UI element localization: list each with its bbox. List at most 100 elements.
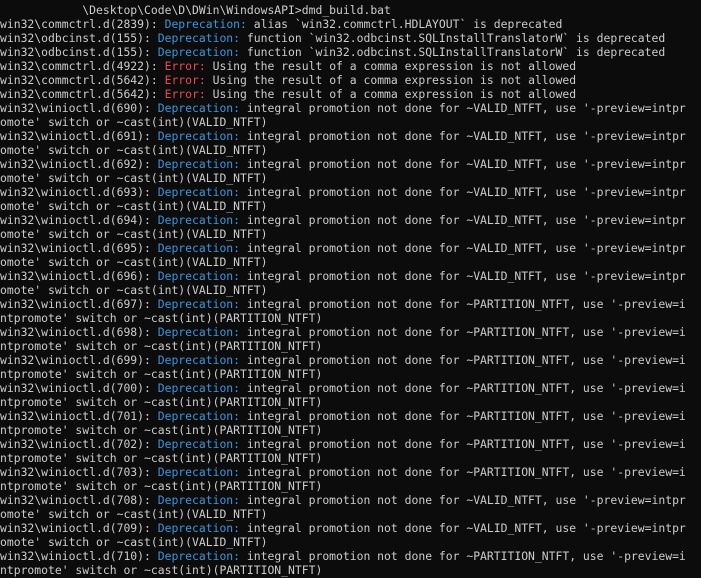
console-line: ntpromote' switch or ~cast(int)(PARTITIO… [0, 479, 322, 493]
console-text: Using the result of a comma expression i… [205, 87, 577, 101]
console-text: integral promotion not done for ~PARTITI… [240, 549, 686, 563]
console-text: integral promotion not done for ~PARTITI… [240, 465, 686, 479]
console-text: win32\winioctl.d(710): [0, 549, 158, 563]
console-line: win32\winioctl.d(699): Deprecation: inte… [0, 353, 686, 367]
console-line: win32\winioctl.d(701): Deprecation: inte… [0, 409, 686, 423]
console-text: omote' switch or ~cast(int)(VALID_NTFT) [0, 227, 268, 241]
console-line: omote' switch or ~cast(int)(VALID_NTFT) [0, 507, 267, 521]
console-line: win32\winioctl.d(708): Deprecation: inte… [0, 493, 686, 507]
console-text: win32\winioctl.d(708): [0, 493, 158, 507]
error-label: Error: [164, 73, 206, 87]
console-line: win32\commctrl.d(5642): Error: Using the… [0, 87, 576, 101]
console-text: ntpromote' switch or ~cast(int)(PARTITIO… [0, 395, 323, 409]
console-text: ntpromote' switch or ~cast(int)(PARTITIO… [0, 563, 323, 577]
console-text: integral promotion not done for ~VALID_N… [240, 185, 686, 199]
console-text: omote' switch or ~cast(int)(VALID_NTFT) [0, 171, 268, 185]
console-line: win32\winioctl.d(700): Deprecation: inte… [0, 381, 686, 395]
console-text: win32\winioctl.d(703): [0, 465, 158, 479]
console-text: omote' switch or ~cast(int)(VALID_NTFT) [0, 283, 268, 297]
console-text: integral promotion not done for ~VALID_N… [240, 101, 686, 115]
console-text: integral promotion not done for ~VALID_N… [240, 493, 686, 507]
console-text: win32\winioctl.d(695): [0, 241, 158, 255]
console-line: omote' switch or ~cast(int)(VALID_NTFT) [0, 255, 267, 269]
deprecation-label: Deprecation: [157, 465, 241, 479]
console-line: ntpromote' switch or ~cast(int)(PARTITIO… [0, 423, 322, 437]
console-line: win32\winioctl.d(696): Deprecation: inte… [0, 269, 686, 283]
deprecation-label: Deprecation: [157, 437, 241, 451]
console-line: ntpromote' switch or ~cast(int)(PARTITIO… [0, 395, 322, 409]
deprecation-label: Deprecation: [157, 269, 241, 283]
deprecation-label: Deprecation: [157, 213, 241, 227]
console-line: win32\winioctl.d(692): Deprecation: inte… [0, 157, 686, 171]
console-text: win32\commctrl.d(2839): [0, 17, 165, 31]
console-text: alias `win32.commctrl.HDLAYOUT` is depre… [246, 17, 563, 31]
console-text: win32\winioctl.d(694): [0, 213, 158, 227]
console-line: win32\winioctl.d(697): Deprecation: inte… [0, 297, 686, 311]
deprecation-label: Deprecation: [157, 549, 241, 563]
console-text: function `win32.odbcinst.SQLInstallTrans… [240, 45, 666, 59]
console-line: ntpromote' switch or ~cast(int)(PARTITIO… [0, 339, 322, 353]
console-output[interactable]: \Desktop\Code\D\DWin\WindowsAPI>dmd_buil… [0, 0, 701, 578]
deprecation-label: Deprecation: [164, 17, 247, 31]
console-text: ntpromote' switch or ~cast(int)(PARTITIO… [0, 339, 323, 353]
console-text: win32\winioctl.d(709): [0, 521, 158, 535]
console-line: win32\commctrl.d(4922): Error: Using the… [0, 59, 576, 73]
deprecation-label: Deprecation: [157, 325, 241, 339]
console-text: win32\winioctl.d(696): [0, 269, 158, 283]
console-text: win32\commctrl.d(5642): [0, 87, 165, 101]
console-line: ntpromote' switch or ~cast(int)(PARTITIO… [0, 311, 322, 325]
console-text: omote' switch or ~cast(int)(VALID_NTFT) [0, 143, 268, 157]
console-line: win32\winioctl.d(703): Deprecation: inte… [0, 465, 686, 479]
console-text: integral promotion not done for ~PARTITI… [240, 381, 686, 395]
console-text: integral promotion not done for ~PARTITI… [240, 409, 686, 423]
console-line: ntpromote' switch or ~cast(int)(PARTITIO… [0, 451, 322, 465]
console-line: omote' switch or ~cast(int)(VALID_NTFT) [0, 199, 267, 213]
console-text: \Desktop\Code\D\DWin\WindowsAPI>dmd_buil… [0, 3, 391, 17]
console-line: omote' switch or ~cast(int)(VALID_NTFT) [0, 283, 267, 297]
console-text: win32\winioctl.d(699): [0, 353, 158, 367]
console-text: Using the result of a comma expression i… [205, 73, 577, 87]
error-label: Error: [164, 59, 206, 73]
console-line: omote' switch or ~cast(int)(VALID_NTFT) [0, 171, 267, 185]
console-text: win32\winioctl.d(690): [0, 101, 158, 115]
console-text: integral promotion not done for ~PARTITI… [240, 353, 686, 367]
console-line: \Desktop\Code\D\DWin\WindowsAPI>dmd_buil… [0, 3, 391, 17]
deprecation-label: Deprecation: [157, 31, 241, 45]
console-text: win32\winioctl.d(691): [0, 129, 158, 143]
console-line: win32\winioctl.d(710): Deprecation: inte… [0, 549, 686, 563]
console-text: integral promotion not done for ~PARTITI… [240, 325, 686, 339]
console-line: omote' switch or ~cast(int)(VALID_NTFT) [0, 535, 267, 549]
deprecation-label: Deprecation: [157, 297, 241, 311]
console-line: win32\winioctl.d(709): Deprecation: inte… [0, 521, 686, 535]
console-line: win32\odbcinst.d(155): Deprecation: func… [0, 45, 665, 59]
deprecation-label: Deprecation: [157, 45, 241, 59]
console-text: Using the result of a comma expression i… [205, 59, 577, 73]
console-text: omote' switch or ~cast(int)(VALID_NTFT) [0, 535, 268, 549]
console-text: ntpromote' switch or ~cast(int)(PARTITIO… [0, 367, 323, 381]
console-line: win32\winioctl.d(693): Deprecation: inte… [0, 185, 686, 199]
deprecation-label: Deprecation: [157, 101, 241, 115]
console-text: omote' switch or ~cast(int)(VALID_NTFT) [0, 507, 268, 521]
console-text: win32\winioctl.d(693): [0, 185, 158, 199]
console-text: win32\commctrl.d(5642): [0, 73, 165, 87]
console-text: win32\commctrl.d(4922): [0, 59, 165, 73]
console-text: omote' switch or ~cast(int)(VALID_NTFT) [0, 115, 268, 129]
console-line: omote' switch or ~cast(int)(VALID_NTFT) [0, 143, 267, 157]
error-label: Error: [164, 87, 206, 101]
deprecation-label: Deprecation: [157, 129, 241, 143]
console-line: ntpromote' switch or ~cast(int)(PARTITIO… [0, 367, 322, 381]
console-line: omote' switch or ~cast(int)(VALID_NTFT) [0, 115, 267, 129]
console-text: win32\odbcinst.d(155): [0, 31, 158, 45]
console-line: win32\commctrl.d(2839): Deprecation: ali… [0, 17, 562, 31]
console-text: integral promotion not done for ~VALID_N… [240, 129, 686, 143]
console-line: win32\winioctl.d(695): Deprecation: inte… [0, 241, 686, 255]
console-text: win32\winioctl.d(697): [0, 297, 158, 311]
console-text: win32\winioctl.d(700): [0, 381, 158, 395]
console-line: omote' switch or ~cast(int)(VALID_NTFT) [0, 227, 267, 241]
console-text: integral promotion not done for ~VALID_N… [240, 521, 686, 535]
console-line: win32\winioctl.d(690): Deprecation: inte… [0, 101, 686, 115]
console-text: integral promotion not done for ~VALID_N… [240, 213, 686, 227]
console-text: integral promotion not done for ~PARTITI… [240, 437, 686, 451]
console-text: ntpromote' switch or ~cast(int)(PARTITIO… [0, 451, 323, 465]
console-text: ntpromote' switch or ~cast(int)(PARTITIO… [0, 311, 323, 325]
